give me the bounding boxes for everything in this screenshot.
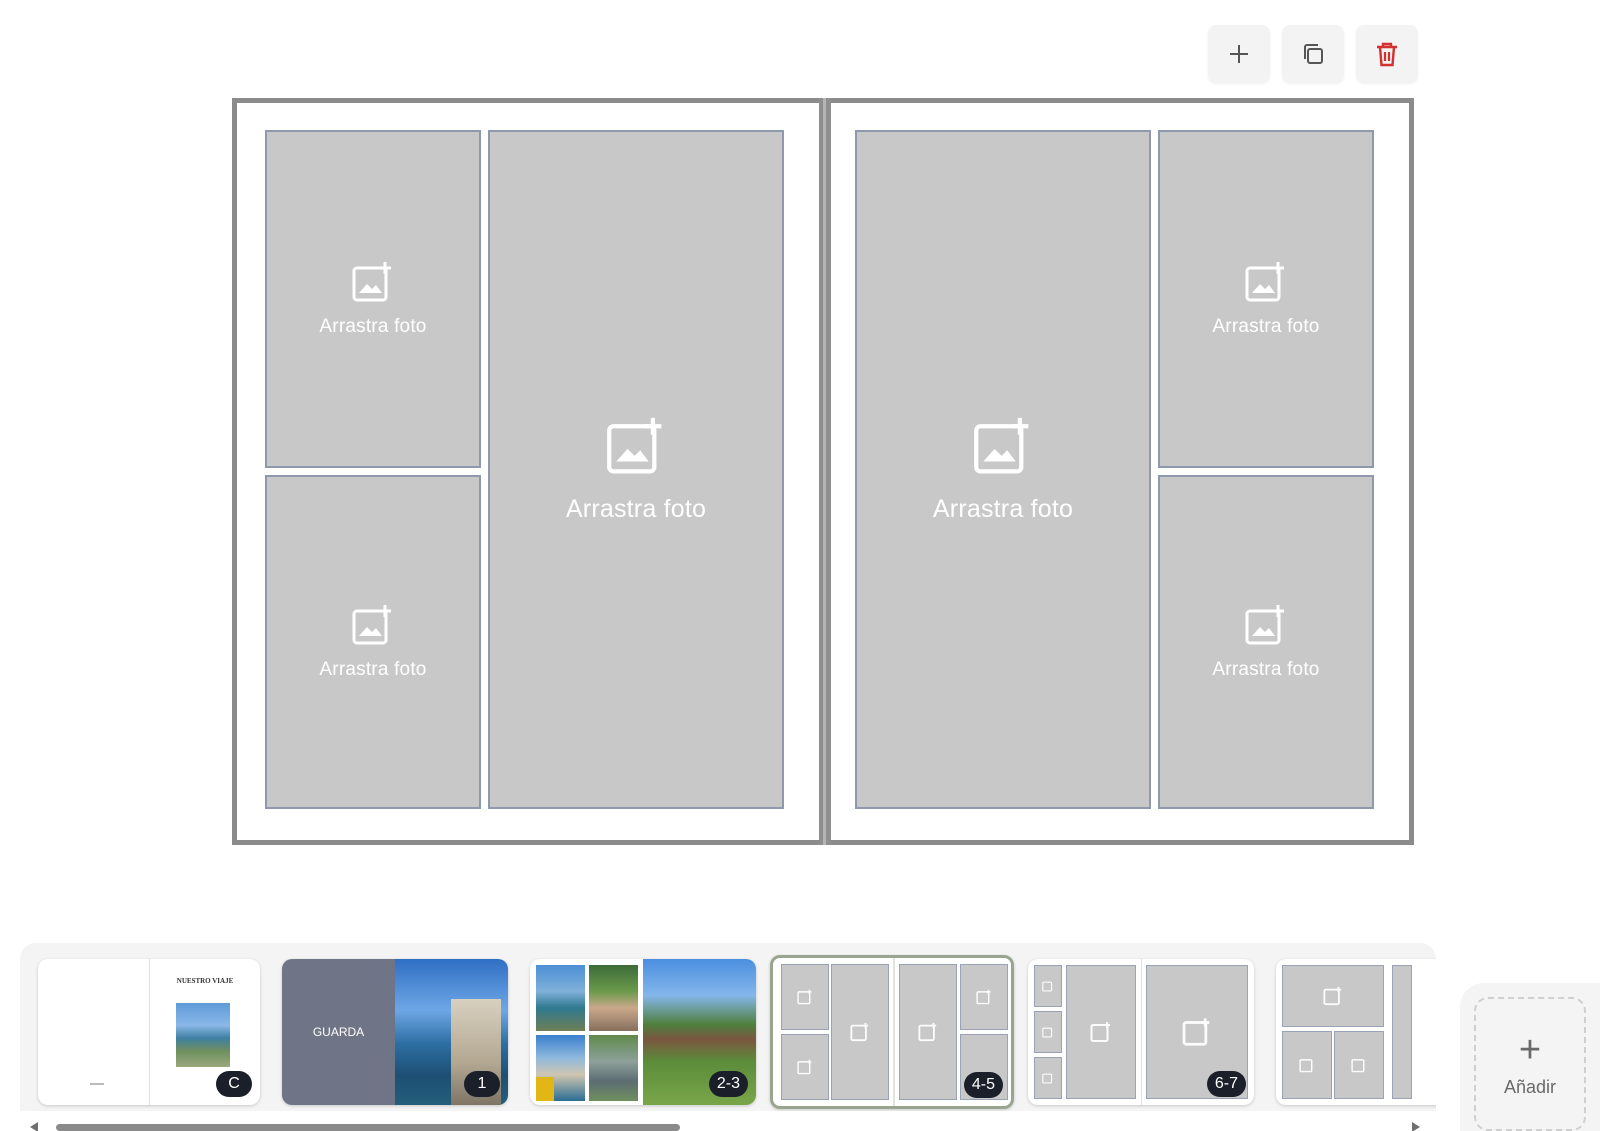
thumbnail-cover[interactable]: NUESTRO VIAJE C: [38, 959, 260, 1105]
mini-slot: [1066, 965, 1136, 1099]
mini-slot: [1034, 1057, 1062, 1099]
thumbnail-spread[interactable]: [1276, 959, 1436, 1105]
thumbnail-spread[interactable]: 6-7: [1028, 959, 1254, 1105]
divider: [1141, 959, 1142, 1105]
photo-slot[interactable]: Arrastra foto: [265, 130, 481, 468]
add-image-icon: [797, 1059, 812, 1075]
spread-toolbar: [1208, 25, 1418, 83]
add-image-icon: [607, 417, 662, 474]
page-photo: [536, 1077, 554, 1101]
scroll-right-arrow[interactable]: [1412, 1122, 1420, 1131]
photo-slot[interactable]: Arrastra foto: [855, 130, 1151, 809]
copy-icon: [1304, 44, 1323, 64]
page-photo: [589, 1035, 638, 1101]
page-badge: 6-7: [1206, 1071, 1246, 1097]
endpaper-page: GUARDA: [282, 959, 395, 1105]
mini-slot: [831, 964, 889, 1100]
add-page-button[interactable]: [1208, 25, 1270, 83]
add-image-icon: [974, 417, 1029, 474]
page-badge: 4-5: [963, 1072, 1003, 1098]
add-pages-button[interactable]: + Añadir: [1474, 997, 1586, 1131]
photo-slot[interactable]: Arrastra foto: [265, 475, 481, 809]
book-spine: [819, 98, 831, 845]
thumbnail-spread-active[interactable]: 4-5: [770, 955, 1014, 1109]
slot-label: Arrastra foto: [565, 495, 707, 523]
slot-label: Arrastra foto: [319, 316, 427, 337]
plus-icon: [1230, 45, 1248, 63]
page-spread: Arrastra foto Arrastra foto Arrastra fot…: [232, 98, 1414, 845]
slot-label: Arrastra foto: [1212, 316, 1320, 337]
page-photo: [589, 965, 638, 1031]
mini-slot: [781, 964, 829, 1030]
cover-title: NUESTRO VIAJE: [176, 977, 234, 985]
mini-slot: [1282, 1031, 1332, 1099]
add-image-icon: [850, 1022, 869, 1042]
add-image-icon: [1042, 1027, 1053, 1038]
photobook-editor: Arrastra foto Arrastra foto Arrastra fot…: [0, 0, 1600, 1131]
mini-slot: [960, 964, 1008, 1030]
photo-slot[interactable]: Arrastra foto: [488, 130, 784, 809]
add-image-icon: [1323, 986, 1342, 1006]
add-image-icon: [1245, 262, 1284, 302]
mini-slot: [1334, 1031, 1384, 1099]
divider: [893, 958, 895, 1106]
mini-slot: [1282, 965, 1384, 1027]
mini-slot: [1034, 1011, 1062, 1053]
add-pages-panel: + Añadir: [1460, 983, 1600, 1131]
add-pages-label: Añadir: [1503, 1076, 1557, 1097]
add-image-icon: [1042, 1073, 1053, 1084]
add-image-icon: [1042, 981, 1053, 992]
page-badge: 2-3: [708, 1071, 748, 1097]
mini-slot: [1034, 965, 1062, 1007]
endpaper-label: GUARDA: [312, 1025, 365, 1039]
slot-label: Arrastra foto: [932, 495, 1074, 523]
add-image-icon: [352, 605, 391, 645]
duplicate-page-button[interactable]: [1282, 25, 1344, 83]
add-image-icon: [918, 1022, 937, 1042]
slot-label: Arrastra foto: [1212, 659, 1320, 680]
divider: [149, 959, 150, 1105]
page-badge: C: [216, 1071, 252, 1097]
add-image-icon: [1090, 1022, 1110, 1042]
mini-slot: [899, 964, 957, 1100]
page-badge: 1: [464, 1071, 500, 1097]
spine-text: [90, 1083, 104, 1085]
thumbnail-endpaper[interactable]: GUARDA 1: [282, 959, 508, 1105]
add-image-icon: [797, 989, 812, 1005]
add-image-icon: [1245, 605, 1284, 645]
cover-photo: [176, 1003, 230, 1067]
add-image-icon: [1351, 1059, 1365, 1073]
mini-slot: [1392, 965, 1412, 1099]
photo-slot[interactable]: Arrastra foto: [1158, 130, 1374, 468]
add-image-icon: [1182, 1018, 1210, 1046]
scroll-left-arrow[interactable]: [30, 1122, 38, 1131]
page-strip[interactable]: NUESTRO VIAJE C GUARDA 1 2-3 4-5 6-7: [20, 943, 1436, 1111]
add-image-icon: [1299, 1059, 1313, 1073]
thumbnail-spread[interactable]: 2-3: [530, 959, 756, 1105]
add-image-icon: [976, 989, 991, 1005]
slot-label: Arrastra foto: [319, 659, 427, 680]
add-image-icon: [352, 262, 391, 302]
scrollbar-thumb[interactable]: [56, 1124, 680, 1131]
plus-icon: +: [1518, 1028, 1542, 1071]
mini-slot: [781, 1034, 829, 1100]
page-photo: [536, 965, 585, 1031]
delete-page-button[interactable]: [1356, 25, 1418, 83]
trash-icon: [1377, 42, 1397, 67]
photo-slot[interactable]: Arrastra foto: [1158, 475, 1374, 809]
